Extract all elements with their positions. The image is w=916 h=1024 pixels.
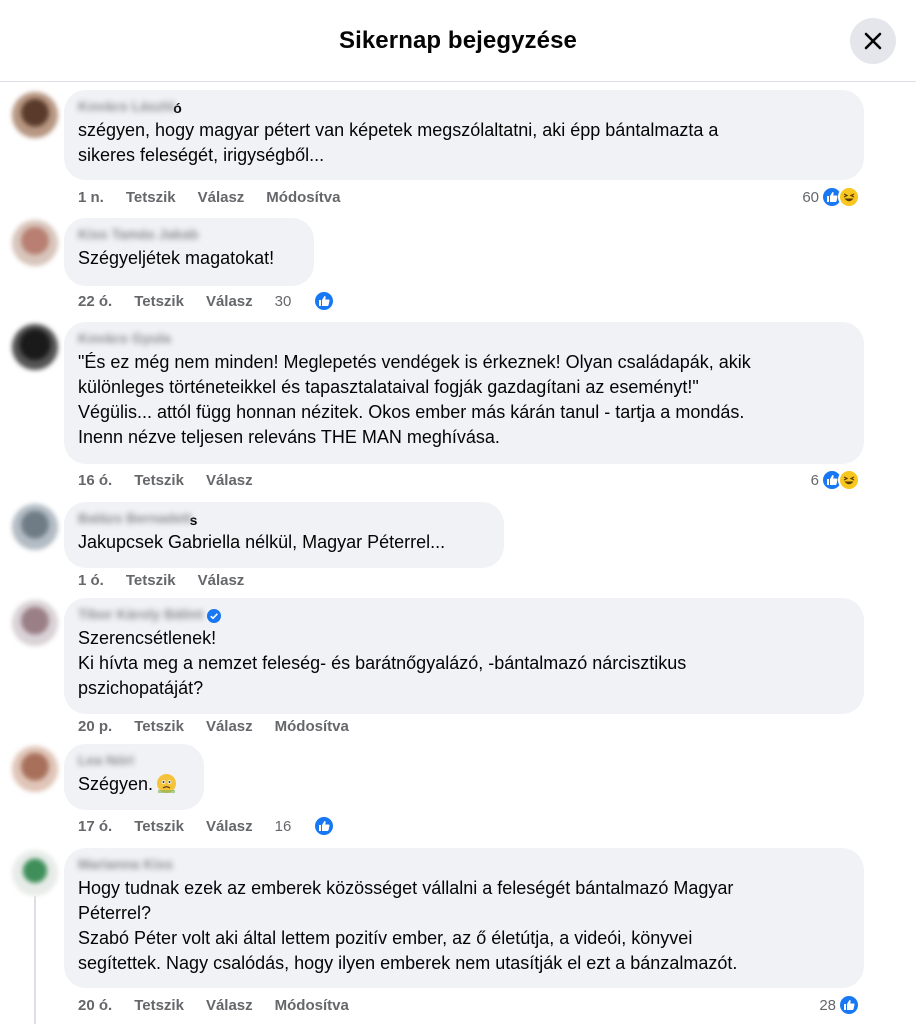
comment-actions: 16 ó. Tetszik Válasz: [78, 469, 275, 491]
comment-bubble: Kovács László ó szégyen, hogy magyar pét…: [64, 90, 864, 180]
comment-bubble: Balázs Bernadett s Jakupcsek Gabriella n…: [64, 502, 504, 568]
haha-icon: [838, 186, 860, 208]
anxious-face-icon: [157, 774, 177, 793]
comment-actions: 1 n. Tetszik Válasz Módosítva: [78, 186, 362, 208]
comment-actions: 20 p. Tetszik Válasz Módosítva: [78, 715, 371, 737]
like-button[interactable]: Tetszik: [126, 572, 176, 589]
comment-bubble: Marianna Kiss Hogy tudnak ezek az embere…: [64, 848, 864, 988]
comment-actions: 20 ó. Tetszik Válasz Módosítva: [78, 994, 371, 1016]
reply-thread-line: [34, 896, 36, 1024]
reaction-summary[interactable]: 28: [819, 994, 860, 1016]
comment-actions: 17 ó. Tetszik Válasz 16: [78, 815, 357, 837]
reaction-summary[interactable]: 6: [811, 469, 860, 491]
avatar[interactable]: [12, 600, 58, 646]
comment-author[interactable]: Kovács Gyula: [78, 329, 171, 347]
comment-time[interactable]: 20 ó.: [78, 997, 112, 1014]
reaction-count: 6: [810, 471, 819, 489]
like-icon: [313, 290, 336, 312]
edited-label[interactable]: Módosítva: [266, 189, 340, 206]
reaction-count: 30: [274, 292, 292, 310]
edited-label[interactable]: Módosítva: [275, 718, 349, 735]
reply-button[interactable]: Válasz: [206, 818, 253, 835]
comment-text: Szégyeljétek magatokat!: [78, 248, 275, 268]
reply-button[interactable]: Válasz: [206, 997, 253, 1014]
like-button[interactable]: Tetszik: [134, 472, 184, 489]
comment-text: "És ez még nem minden! Meglepetés vendég…: [78, 352, 751, 447]
comment-actions: 1 ó. Tetszik Válasz: [78, 569, 266, 591]
comment-bubble: Tibor Károly Bálint Szerencsétlenek! Ki …: [64, 598, 864, 714]
reply-button[interactable]: Válasz: [198, 189, 245, 206]
comment-bubble: Kiss Tamás Jakab Szégyeljétek magatokat!: [64, 218, 314, 286]
edited-label[interactable]: Módosítva: [275, 997, 349, 1014]
comment-author[interactable]: Tibor Károly Bálint: [78, 605, 203, 623]
comment-author[interactable]: Lea Nóri: [78, 751, 134, 769]
comment-bubble: Lea Nóri Szégyen.: [64, 744, 204, 810]
comment-author[interactable]: Kiss Tamás Jakab: [78, 225, 198, 243]
verified-badge-icon: [206, 609, 221, 623]
reply-button[interactable]: Válasz: [206, 472, 253, 489]
like-button[interactable]: Tetszik: [126, 189, 176, 206]
reply-button[interactable]: Válasz: [206, 293, 253, 310]
avatar[interactable]: [12, 220, 58, 266]
avatar[interactable]: [12, 92, 58, 138]
reaction-summary[interactable]: 60: [802, 186, 860, 208]
avatar[interactable]: [12, 746, 58, 792]
like-icon: [838, 994, 860, 1016]
like-button[interactable]: Tetszik: [134, 818, 184, 835]
reaction-count: 28: [819, 996, 836, 1014]
dialog-header: Sikernap bejegyzése: [0, 0, 916, 82]
comment-author[interactable]: Marianna Kiss: [78, 855, 173, 873]
comment-time[interactable]: 17 ó.: [78, 818, 112, 835]
like-icon: [313, 815, 336, 837]
comment-author[interactable]: Kovács László: [78, 97, 175, 115]
comment-text: Hogy tudnak ezek az emberek közösséget v…: [78, 878, 738, 973]
page-title: Sikernap bejegyzése: [338, 26, 578, 54]
avatar[interactable]: [12, 850, 58, 896]
reaction-summary[interactable]: 16: [275, 815, 358, 837]
reply-button[interactable]: Válasz: [198, 572, 245, 589]
comment-time[interactable]: 16 ó.: [78, 472, 112, 489]
comment-time[interactable]: 20 p.: [78, 718, 112, 735]
comment-text: szégyen, hogy magyar pétert van képetek …: [78, 120, 719, 165]
reply-button[interactable]: Válasz: [206, 718, 253, 735]
like-button[interactable]: Tetszik: [134, 293, 184, 310]
comment-time[interactable]: 1 n.: [78, 189, 104, 206]
comment-time[interactable]: 22 ó.: [78, 293, 112, 310]
comment-bubble: Kovács Gyula "És ez még nem minden! Megl…: [64, 322, 864, 464]
reaction-count: 16: [274, 817, 292, 835]
like-button[interactable]: Tetszik: [134, 997, 184, 1014]
avatar[interactable]: [12, 504, 58, 550]
comment-actions: 22 ó. Tetszik Válasz 30: [78, 290, 357, 312]
comment-author[interactable]: Balázs Bernadett: [78, 509, 192, 527]
reaction-summary[interactable]: 30: [275, 290, 358, 312]
comment-time[interactable]: 1 ó.: [78, 572, 104, 589]
comment-text: Jakupcsek Gabriella nélkül, Magyar Péter…: [78, 532, 446, 552]
close-button[interactable]: [850, 18, 896, 64]
comment-text: Szerencsétlenek! Ki hívta meg a nemzet f…: [78, 628, 687, 698]
like-button[interactable]: Tetszik: [134, 718, 184, 735]
haha-icon: [838, 469, 860, 491]
avatar[interactable]: [12, 324, 58, 370]
close-icon: [864, 32, 882, 50]
reaction-count: 60: [802, 188, 819, 206]
comment-text: Szégyen.: [78, 774, 154, 794]
